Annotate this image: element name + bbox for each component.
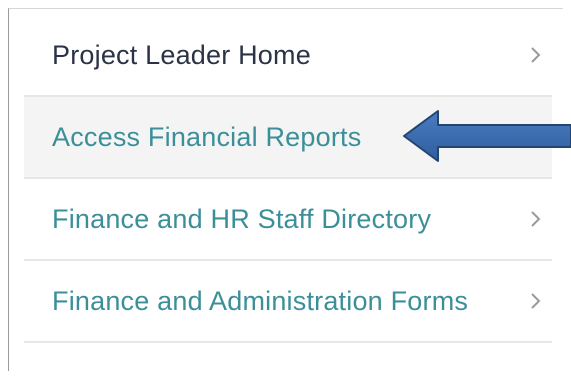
menu-item-label: Project Leader Home: [52, 39, 311, 70]
menu-item-label: Finance and HR Staff Directory: [52, 203, 432, 234]
menu-item-label: Access Financial Reports: [52, 121, 362, 152]
sidebar-menu: Project Leader Home Access Financial Rep…: [24, 15, 552, 383]
menu-item-label: Finance and Administration Forms: [52, 285, 469, 316]
menu-item-partial: [24, 343, 552, 383]
chevron-right-icon: [531, 211, 541, 227]
menu-item-finance-hr-staff-directory[interactable]: Finance and HR Staff Directory: [24, 179, 552, 261]
chevron-right-icon: [531, 293, 541, 309]
left-arrow-icon: [403, 110, 571, 162]
menu-item-project-leader-home[interactable]: Project Leader Home: [24, 15, 552, 97]
chevron-right-icon: [531, 47, 541, 63]
menu-item-finance-admin-forms[interactable]: Finance and Administration Forms: [24, 261, 552, 343]
